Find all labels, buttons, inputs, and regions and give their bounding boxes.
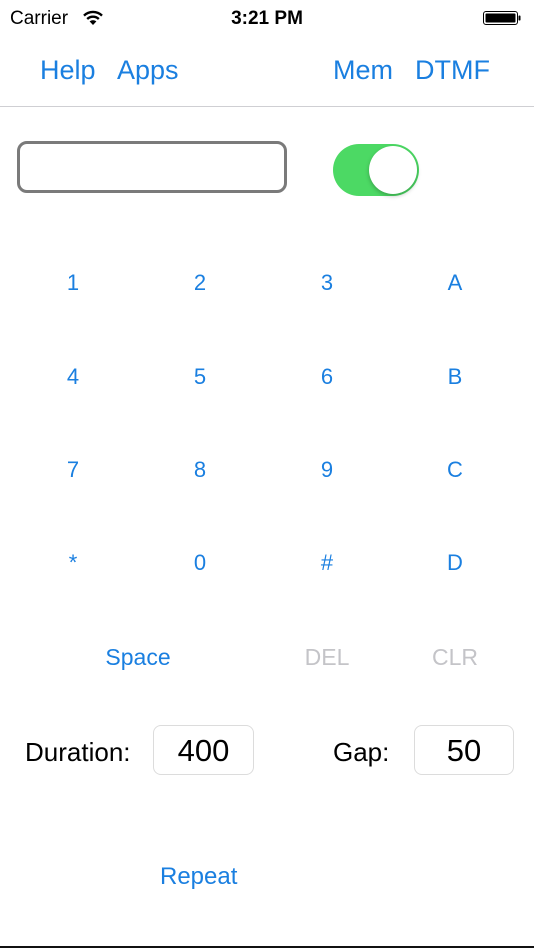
key-5[interactable]: 5 [160, 357, 240, 397]
key-6[interactable]: 6 [287, 357, 367, 397]
space-button[interactable]: Space [78, 637, 198, 677]
key-3[interactable]: 3 [287, 263, 367, 303]
clear-button[interactable]: CLR [415, 637, 495, 677]
gap-label: Gap: [333, 737, 390, 767]
gap-input[interactable]: 50 [414, 725, 514, 775]
key-9[interactable]: 9 [287, 450, 367, 490]
key-star[interactable]: * [33, 543, 113, 583]
key-b[interactable]: B [415, 357, 495, 397]
key-d[interactable]: D [415, 543, 495, 583]
help-button[interactable]: Help [40, 54, 96, 86]
mem-button[interactable]: Mem [333, 54, 393, 86]
battery-icon [483, 11, 521, 25]
key-1[interactable]: 1 [33, 263, 113, 303]
key-4[interactable]: 4 [33, 357, 113, 397]
key-a[interactable]: A [415, 263, 495, 303]
tone-toggle[interactable] [333, 144, 419, 196]
key-7[interactable]: 7 [33, 450, 113, 490]
delete-button[interactable]: DEL [287, 637, 367, 677]
key-8[interactable]: 8 [160, 450, 240, 490]
dtmf-button[interactable]: DTMF [415, 54, 490, 86]
bottom-edge [0, 946, 534, 948]
duration-label: Duration: [25, 737, 131, 767]
key-2[interactable]: 2 [160, 263, 240, 303]
repeat-button[interactable]: Repeat [160, 862, 237, 892]
toggle-knob [369, 146, 417, 194]
status-time: 3:21 PM [231, 8, 303, 29]
key-0[interactable]: 0 [160, 543, 240, 583]
apps-button[interactable]: Apps [117, 54, 179, 86]
key-hash[interactable]: # [287, 543, 367, 583]
duration-input[interactable]: 400 [153, 725, 254, 775]
tone-sequence-input[interactable] [17, 141, 287, 193]
nav-divider [0, 106, 534, 107]
key-c[interactable]: C [415, 450, 495, 490]
